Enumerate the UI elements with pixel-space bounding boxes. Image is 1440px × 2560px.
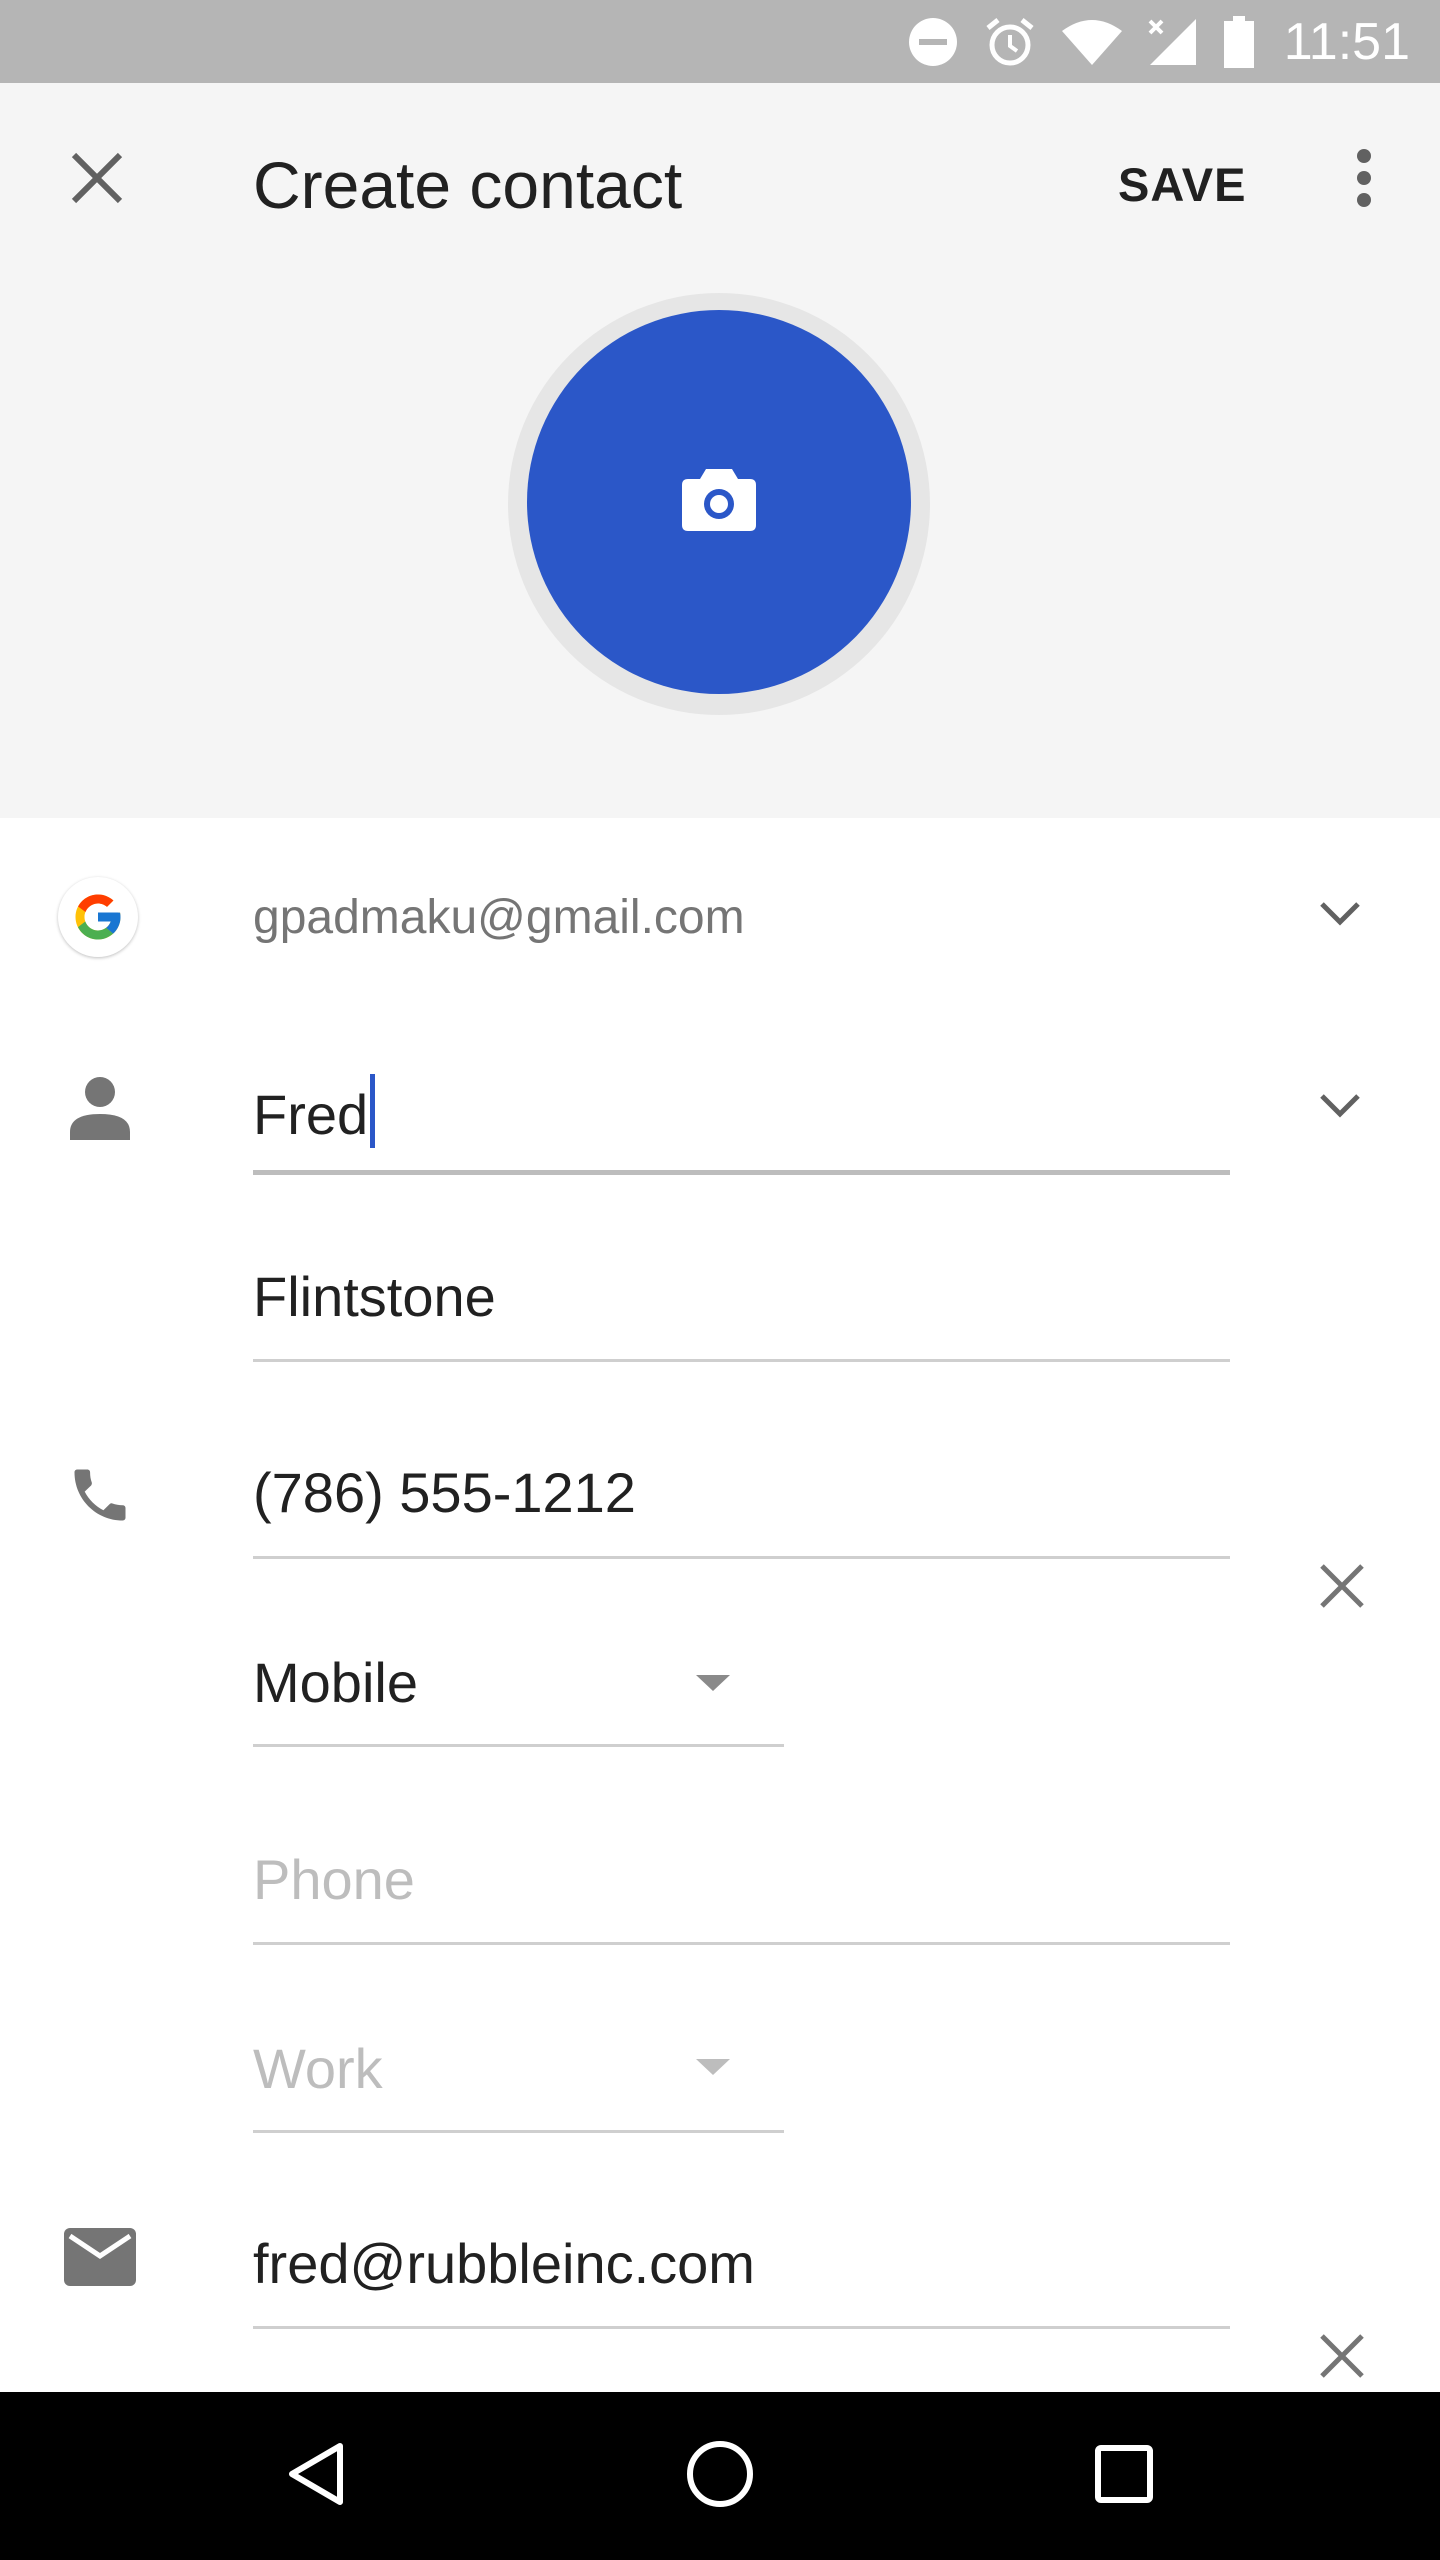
back-triangle-icon [286,2442,346,2511]
home-circle-icon [686,2440,754,2513]
email-field[interactable]: fred@rubbleinc.com [253,2229,1230,2299]
more-vert-icon [1354,148,1374,213]
first-name-value: Fred [253,1083,369,1146]
last-name-value: Flintstone [253,1265,496,1328]
phone-number-field-2[interactable]: Phone [253,1845,1230,1915]
wifi-icon [1061,19,1122,65]
phone-type-underline-2 [253,2130,784,2133]
person-icon [60,1068,140,1148]
overflow-menu-button[interactable] [1340,140,1388,220]
dropdown-arrow-icon [696,2059,730,2075]
camera-icon [682,468,756,536]
first-name-underline [253,1170,1230,1175]
close-icon [1319,1563,1365,1614]
phone-icon [60,1455,140,1535]
chevron-down-icon [1318,900,1362,933]
last-name-underline [253,1359,1230,1362]
close-icon [70,151,124,210]
phone-number-value: (786) 555-1212 [253,1461,636,1524]
google-icon [58,877,138,957]
first-name-field[interactable]: Fred [253,1074,1230,1150]
phone-type-value: Mobile [253,1651,418,1714]
phone-number-field[interactable]: (786) 555-1212 [253,1458,1230,1528]
status-icons: 11:51 [908,0,1410,83]
account-email[interactable]: gpadmaku@gmail.com [253,885,745,950]
page-title: Create contact [253,148,683,222]
close-icon [1319,2333,1365,2384]
dropdown-arrow-icon [696,1675,730,1691]
name-expand-button[interactable] [1310,1078,1370,1138]
recents-button[interactable] [1054,2392,1194,2560]
alarm-icon [984,16,1036,68]
email-icon [60,2222,140,2292]
remove-phone-button[interactable] [1310,1556,1374,1620]
phone-placeholder: Phone [253,1848,415,1911]
last-name-field[interactable]: Flintstone [253,1262,1230,1332]
back-button[interactable] [246,2392,386,2560]
close-button[interactable] [60,143,134,217]
phone-number-underline [253,1556,1230,1559]
phone-type-underline [253,1744,784,1747]
do-not-disturb-icon [908,17,958,67]
battery-icon [1223,15,1254,68]
text-cursor [370,1074,376,1148]
chevron-down-icon [1318,1092,1362,1125]
status-bar: 11:51 [0,0,1440,83]
navigation-bar [0,2392,1440,2560]
email-underline [253,2326,1230,2329]
add-photo-button[interactable] [527,310,911,694]
save-button[interactable]: SAVE [1118,150,1247,220]
signal-no-data-icon [1148,17,1198,67]
email-value: fred@rubbleinc.com [253,2232,755,2295]
recents-square-icon [1094,2444,1154,2509]
status-time: 11:51 [1283,12,1410,71]
account-dropdown-button[interactable] [1310,886,1370,946]
phone-type-value-2: Work [253,2037,383,2100]
remove-email-button[interactable] [1310,2326,1374,2390]
home-button[interactable] [650,2392,790,2560]
phone-number-underline-2 [253,1942,1230,1945]
